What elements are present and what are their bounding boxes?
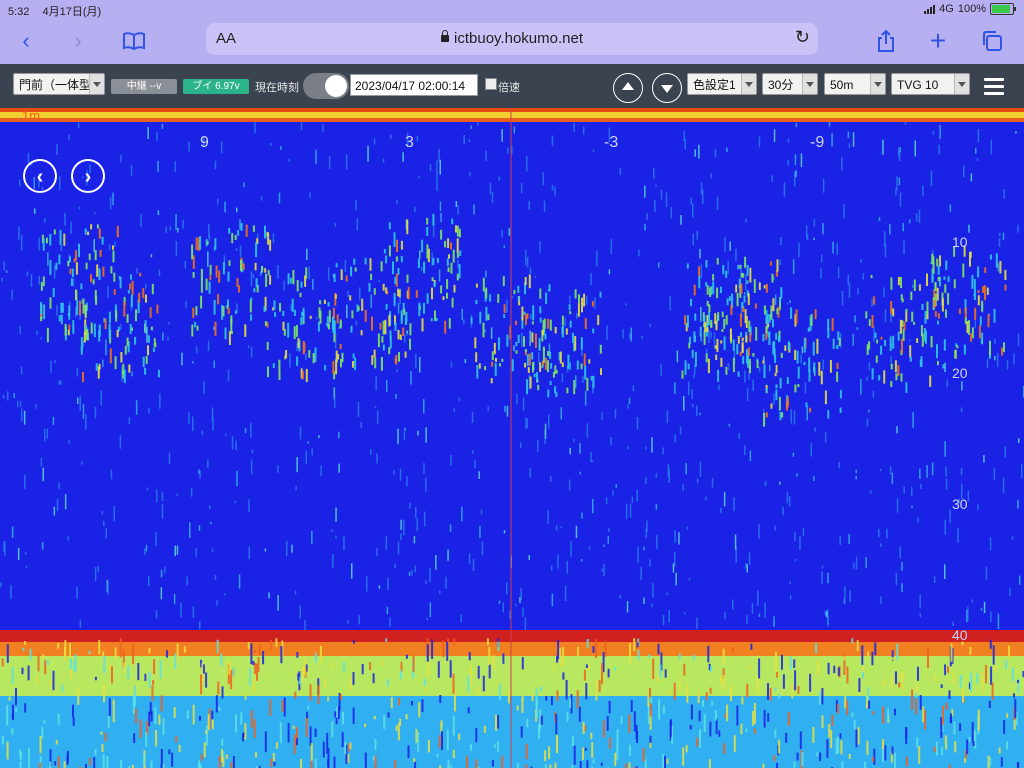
address-bar[interactable]: AA ictbuoy.hokumo.net ↻ <box>206 23 818 55</box>
app-toolbar: 門前（一体型 中継 --v ブイ 6.97v 現在時刻 2023/04/17 0… <box>0 64 1024 108</box>
time-tick: -3 <box>604 134 619 151</box>
buoy-voltage-badge: ブイ 6.97v <box>183 79 249 94</box>
chevron-down-icon <box>89 74 104 94</box>
status-time: 5:32 <box>8 6 30 18</box>
current-time-label: 現在時刻 <box>255 82 299 94</box>
battery-percent: 100% <box>957 3 986 15</box>
echogram-image <box>0 108 1024 768</box>
chevron-down-icon <box>741 74 756 94</box>
location-select-value: 門前（一体型 <box>19 78 92 92</box>
chevron-down-icon <box>870 74 885 94</box>
depth-tick: 20 <box>952 365 968 381</box>
status-date: 4月17日(月) <box>42 6 102 18</box>
back-icon[interactable]: ‹ <box>10 26 42 56</box>
interval-value: 30分 <box>768 78 794 92</box>
lock-icon <box>441 30 450 42</box>
range-select[interactable]: 50m <box>824 73 886 95</box>
battery-icon <box>990 3 1016 15</box>
time-tick: 9 <box>200 134 209 151</box>
chevron-down-icon <box>954 74 969 94</box>
signal-icon <box>924 4 936 14</box>
tvg-value: TVG 10 <box>897 78 939 92</box>
echogram-canvas[interactable]: 1m 9 3 -3 -9 10 20 30 40 ‹ › <box>0 108 1024 768</box>
chevron-down-icon <box>802 74 817 94</box>
network-type: 4G <box>939 3 954 15</box>
tabs-icon[interactable] <box>976 26 1008 56</box>
menu-icon[interactable] <box>984 78 1004 95</box>
prev-page-button[interactable]: ‹ <box>23 159 57 193</box>
share-icon[interactable] <box>870 26 902 56</box>
depth-tick: 30 <box>952 496 968 512</box>
url-text: ictbuoy.hokumo.net <box>454 30 583 47</box>
reload-icon[interactable]: ↻ <box>795 27 810 48</box>
depth-tick: 10 <box>952 234 968 250</box>
toggle-knob <box>325 75 347 97</box>
range-value: 50m <box>830 78 854 92</box>
time-tick: -9 <box>810 134 825 151</box>
depth-tick: 40 <box>952 627 968 643</box>
current-time-toggle[interactable] <box>303 73 349 99</box>
location-select[interactable]: 門前（一体型 <box>13 73 105 95</box>
bookmarks-icon[interactable] <box>118 26 150 56</box>
interval-select[interactable]: 30分 <box>762 73 818 95</box>
color-setting-select[interactable]: 色設定1 <box>687 73 757 95</box>
tvg-select[interactable]: TVG 10 <box>891 73 970 95</box>
speed-label: 倍速 <box>498 82 520 94</box>
datetime-input[interactable]: 2023/04/17 02:00:14 <box>350 74 478 96</box>
status-bar: 5:32 4月17日(月) 4G 100% <box>0 0 1024 20</box>
scroll-up-button[interactable] <box>613 73 643 103</box>
time-tick: 3 <box>405 134 414 151</box>
forward-icon[interactable]: › <box>62 26 94 56</box>
next-page-button[interactable]: › <box>71 159 105 193</box>
relay-voltage-badge: 中継 --v <box>111 79 177 94</box>
color-setting-value: 色設定1 <box>693 78 736 92</box>
new-tab-icon[interactable]: + <box>922 25 954 56</box>
speed-checkbox[interactable] <box>485 78 497 90</box>
browser-toolbar: ‹ › AA ictbuoy.hokumo.net ↻ + <box>0 20 1024 64</box>
depth-top-label: 1m <box>22 108 41 123</box>
scroll-down-button[interactable] <box>652 73 682 103</box>
